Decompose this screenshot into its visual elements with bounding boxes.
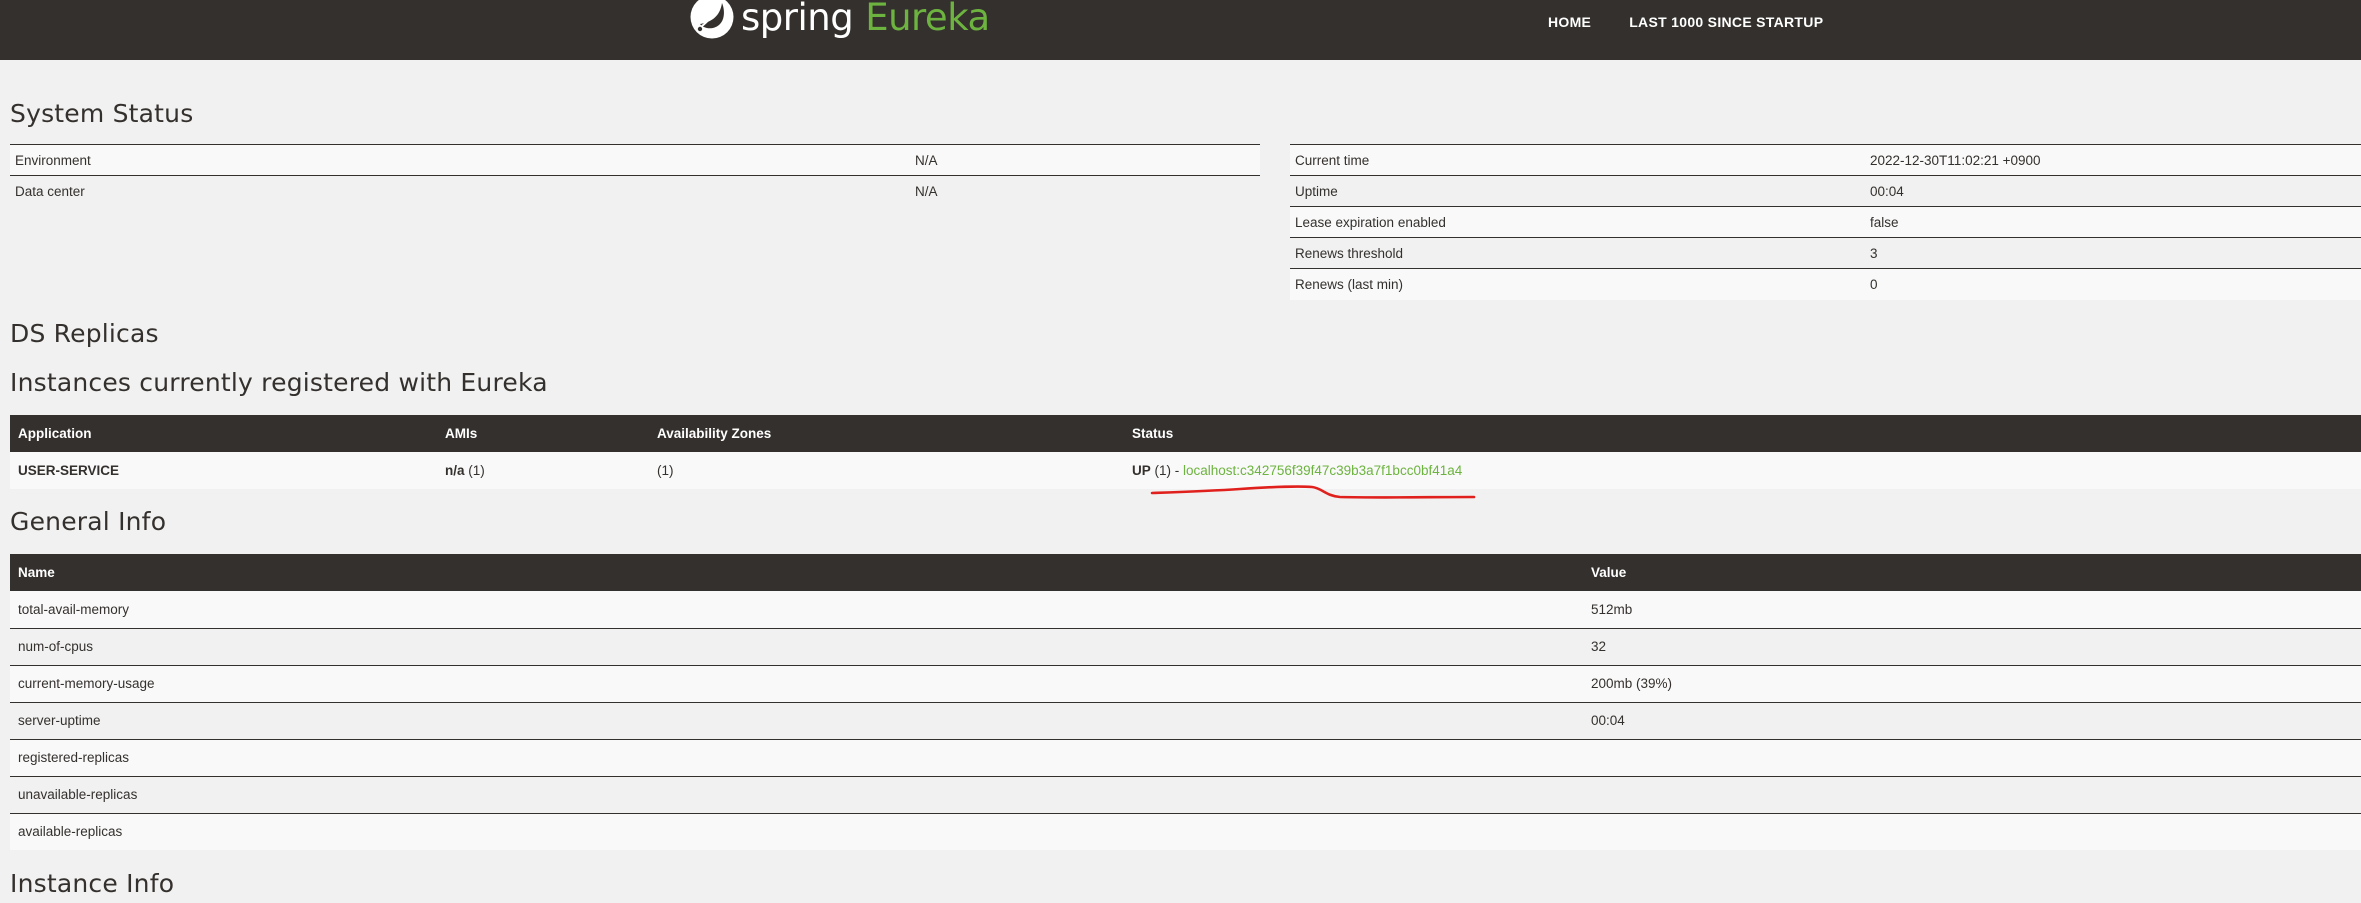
info-value: 200mb (39%) <box>1591 676 1673 691</box>
col-value: Value <box>1583 554 2361 591</box>
general-info-table: Name Value total-avail-memory 512mb num-… <box>10 554 2361 850</box>
status-row: Environment N/A <box>10 144 1260 176</box>
info-value <box>1583 776 2361 813</box>
general-info-row: current-memory-usage 200mb (39%) <box>10 665 2361 702</box>
status-row: Current time 2022-12-30T11:02:21 +0900 <box>1290 144 2361 176</box>
status-key: Uptime <box>1295 183 1338 199</box>
info-value: 512mb <box>1591 601 1633 617</box>
status-cell: UP (1) - localhost:c342756f39f47c39b3a7f… <box>1124 452 2361 489</box>
nav-links: HOME LAST 1000 SINCE STARTUP <box>1548 0 1823 44</box>
info-value: 00:04 <box>1591 713 1625 728</box>
amis-count: (1) <box>464 463 485 478</box>
status-row: Renews (last min) 0 <box>1290 268 2361 300</box>
status-key: Lease expiration enabled <box>1295 214 1446 230</box>
col-application: Application <box>10 415 437 452</box>
status-value: 3 <box>1870 245 1878 261</box>
status-value: 2022-12-30T11:02:21 +0900 <box>1870 152 2041 168</box>
general-info-row: available-replicas <box>10 813 2361 850</box>
status-key: Renews (last min) <box>1295 276 1404 292</box>
general-info-header-row: Name Value <box>10 554 2361 591</box>
nav-last-1000-link[interactable]: LAST 1000 SINCE STARTUP <box>1629 14 1823 30</box>
amis-cell: n/a (1) <box>437 452 649 489</box>
status-row: Lease expiration enabled false <box>1290 206 2361 238</box>
instance-info-heading: Instance Info <box>10 869 175 898</box>
status-value: false <box>1870 214 1899 230</box>
general-info-row: total-avail-memory 512mb <box>10 591 2361 628</box>
status-key: Renews threshold <box>1295 245 1404 261</box>
info-name: total-avail-memory <box>18 601 130 617</box>
brand-home-link[interactable]: spring Eureka <box>689 0 990 40</box>
amis-value: n/a <box>445 463 465 478</box>
application-name: USER-SERVICE <box>18 463 120 478</box>
status-key: Environment <box>15 152 91 168</box>
status-up: UP <box>1132 463 1151 478</box>
general-info-row: unavailable-replicas <box>10 776 2361 813</box>
spring-leaf-icon <box>690 0 734 39</box>
status-row: Data center N/A <box>10 175 1260 207</box>
general-info-heading: General Info <box>10 507 167 536</box>
info-name: num-of-cpus <box>18 639 94 654</box>
instances-heading: Instances currently registered with Eure… <box>10 368 548 397</box>
status-key: Data center <box>15 183 85 199</box>
brand-eureka-text: Eureka <box>865 0 990 39</box>
instances-header-row: Application AMIs Availability Zones Stat… <box>10 415 2361 452</box>
col-amis: AMIs <box>437 415 649 452</box>
status-row: Renews threshold 3 <box>1290 237 2361 269</box>
status-value: 00:04 <box>1870 183 1904 199</box>
instances-table: Application AMIs Availability Zones Stat… <box>10 415 2361 489</box>
status-value: N/A <box>915 152 938 168</box>
system-status-left-table: Environment N/A Data center N/A <box>10 144 1260 207</box>
general-info-row: server-uptime 00:04 <box>10 702 2361 739</box>
navbar: spring Eureka HOME LAST 1000 SINCE START… <box>0 0 2361 60</box>
system-status-heading: System Status <box>10 99 194 128</box>
col-name: Name <box>10 554 1583 591</box>
zones-cell: (1) <box>657 463 674 478</box>
status-value: N/A <box>915 183 938 199</box>
info-name: registered-replicas <box>18 750 130 765</box>
info-name: unavailable-replicas <box>18 787 138 802</box>
col-availability-zones: Availability Zones <box>649 415 1124 452</box>
system-status-right-table: Current time 2022-12-30T11:02:21 +0900 U… <box>1290 144 2361 300</box>
info-value: 32 <box>1591 639 1607 654</box>
ds-replicas-heading: DS Replicas <box>10 319 159 348</box>
status-value: 0 <box>1870 276 1878 292</box>
info-value <box>1583 813 2361 850</box>
status-count: (1) - <box>1150 463 1184 478</box>
status-key: Current time <box>1295 152 1370 168</box>
general-info-row: registered-replicas <box>10 739 2361 776</box>
info-value <box>1583 739 2361 776</box>
brand-spring-text: spring <box>741 0 854 39</box>
status-row: Uptime 00:04 <box>1290 175 2361 207</box>
col-status: Status <box>1124 415 2361 452</box>
instance-row: USER-SERVICE n/a (1) (1) UP (1) - localh… <box>10 452 2361 489</box>
nav-home-link[interactable]: HOME <box>1548 14 1591 30</box>
general-info-row: num-of-cpus 32 <box>10 628 2361 665</box>
info-name: current-memory-usage <box>18 676 155 691</box>
instance-link[interactable]: localhost:c342756f39f47c39b3a7f1bcc0bf41… <box>1183 463 1462 478</box>
info-name: available-replicas <box>18 824 123 840</box>
info-name: server-uptime <box>18 713 101 728</box>
